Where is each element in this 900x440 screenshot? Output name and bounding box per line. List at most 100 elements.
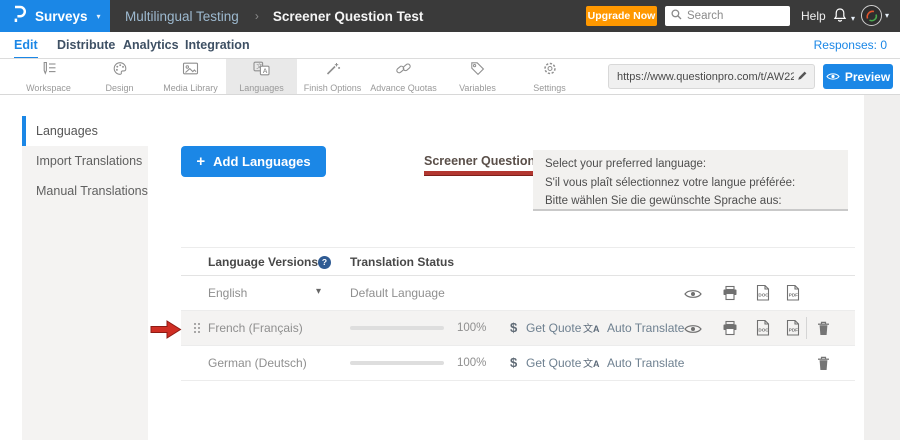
top-header: Surveys ▾ Multilingual Testing › Screene… [0,0,900,32]
upgrade-button[interactable]: Upgrade Now [586,6,657,26]
drag-handle[interactable] [194,323,202,333]
page-background [864,95,900,440]
survey-url-field[interactable]: https://www.questionpro.com/t/AW22Zd50 [608,64,815,89]
translate-icon: 文A [253,61,270,81]
search-icon [671,7,682,25]
tab-distribute[interactable]: Distribute [57,32,115,58]
product-menu[interactable]: Surveys ▾ [0,0,110,32]
export-doc-icon[interactable]: DOC [755,284,771,307]
svg-text:DOC: DOC [758,328,769,333]
auto-translate-link[interactable]: Auto Translate [607,321,684,335]
view-icon[interactable] [684,287,702,305]
chain-link-icon [395,61,412,81]
toolbar-item-workspace[interactable]: Workspace [13,59,84,94]
chevron-down-icon: ▾ [851,14,855,23]
sidebar-item-import-translations[interactable]: Import Translations [22,146,148,176]
breadcrumb-survey-title: Screener Question Test [273,9,424,24]
table-header: Language Versions ? Translation Status [181,247,855,276]
column-language-versions: Language Versions [208,255,318,269]
export-pdf-icon[interactable]: PDF [785,319,801,342]
search-input[interactable] [687,10,782,22]
column-translation-status: Translation Status [350,255,454,269]
toolbar-item-variables[interactable]: Variables [442,59,513,94]
svg-text:PDF: PDF [789,328,798,333]
screener-question-preview: Select your preferred language: S'il vou… [533,150,848,211]
svg-text:PDF: PDF [789,293,798,298]
languages-sidebar: Import Translations Manual Translations [22,146,148,440]
app-window: Surveys ▾ Multilingual Testing › Screene… [0,0,900,440]
dollar-icon: $ [510,355,517,370]
auto-translate-icon: 文A [583,320,600,335]
translation-progress-bar [350,326,444,330]
eye-icon [826,70,840,84]
tab-integration[interactable]: Integration [185,32,250,58]
language-name: French (Français) [208,321,303,335]
screener-question-label: Screener Question : [424,154,543,168]
translation-progress-bar [350,361,444,365]
language-name: English [208,286,247,300]
edit-url-pencil-icon[interactable] [794,68,810,86]
plus-icon: + [196,153,205,170]
toolbar-item-media-library[interactable]: Media Library [155,59,226,94]
breadcrumb-separator: › [255,9,259,23]
language-name: German (Deutsch) [208,356,307,370]
auto-translate-link[interactable]: Auto Translate [607,356,684,370]
toolbar-item-languages[interactable]: 文A Languages [226,59,297,94]
sidebar-item-manual-translations[interactable]: Manual Translations [22,176,148,206]
red-underline-annotation [424,171,545,176]
responses-count[interactable]: Responses: 0 [814,32,887,58]
default-language-label: Default Language [350,286,445,300]
avatar [861,5,882,26]
export-pdf-icon[interactable]: PDF [785,284,801,307]
print-icon[interactable] [722,320,738,341]
magic-wand-icon [325,61,341,81]
design-palette-icon [112,61,128,81]
tag-icon [470,61,485,81]
translation-percent: 100% [457,357,486,369]
divider [806,317,807,339]
tab-edit[interactable]: Edit [14,32,38,58]
preview-button[interactable]: Preview [823,64,893,89]
tab-analytics[interactable]: Analytics [123,32,179,58]
toolbar-item-settings[interactable]: Settings [514,59,585,94]
translation-percent: 100% [457,322,486,334]
survey-url-text: https://www.questionpro.com/t/AW22Zd50 [617,71,794,83]
screener-text-french: S'il vous plaît sélectionnez votre langu… [545,174,836,193]
table-row-english: English ▾ Default Language DOC PDF [181,276,855,311]
survey-nav: Edit Distribute Analytics Integration Re… [0,32,900,59]
questionpro-logo-icon [12,5,26,28]
get-quote-link[interactable]: Get Quote [526,356,581,370]
help-link[interactable]: Help [801,0,826,32]
breadcrumb: Multilingual Testing › Screener Question… [125,0,423,32]
toolbar-item-advance-quotas[interactable]: Advance Quotas [368,59,439,94]
help-question-icon[interactable]: ? [318,256,331,269]
svg-text:A: A [263,67,268,74]
chevron-down-icon: ▾ [885,11,889,20]
add-languages-button[interactable]: + Add Languages [181,146,326,177]
view-icon[interactable] [684,322,702,340]
get-quote-link[interactable]: Get Quote [526,321,581,335]
delete-icon[interactable] [817,356,830,376]
export-doc-icon[interactable]: DOC [755,319,771,342]
delete-icon[interactable] [817,321,830,341]
breadcrumb-folder[interactable]: Multilingual Testing [125,9,239,24]
toolbar-item-finish-options[interactable]: Finish Options [297,59,368,94]
language-dropdown-icon[interactable]: ▾ [316,286,321,297]
auto-translate-icon: 文A [583,355,600,370]
product-name: Surveys [35,9,88,24]
bell-icon [832,7,848,29]
screener-text-german: Bitte wählen Sie die gewünschte Sprache … [545,192,836,211]
svg-text:DOC: DOC [758,293,769,298]
screener-text-english: Select your preferred language: [545,155,836,174]
toolbar-item-design[interactable]: Design [84,59,155,94]
notifications-button[interactable]: ▾ [832,7,855,29]
gear-icon [542,61,558,81]
table-row-french: French (Français) 100% $ Get Quote 文A Au… [181,311,855,346]
workspace-icon [41,61,57,81]
edit-toolbar: Workspace Design Media Library 文A Langua… [0,59,900,95]
sidebar-item-languages[interactable]: Languages [22,116,148,146]
image-icon [182,61,199,81]
account-menu[interactable]: ▾ [861,5,889,26]
search-box[interactable] [665,6,790,26]
print-icon[interactable] [722,285,738,306]
